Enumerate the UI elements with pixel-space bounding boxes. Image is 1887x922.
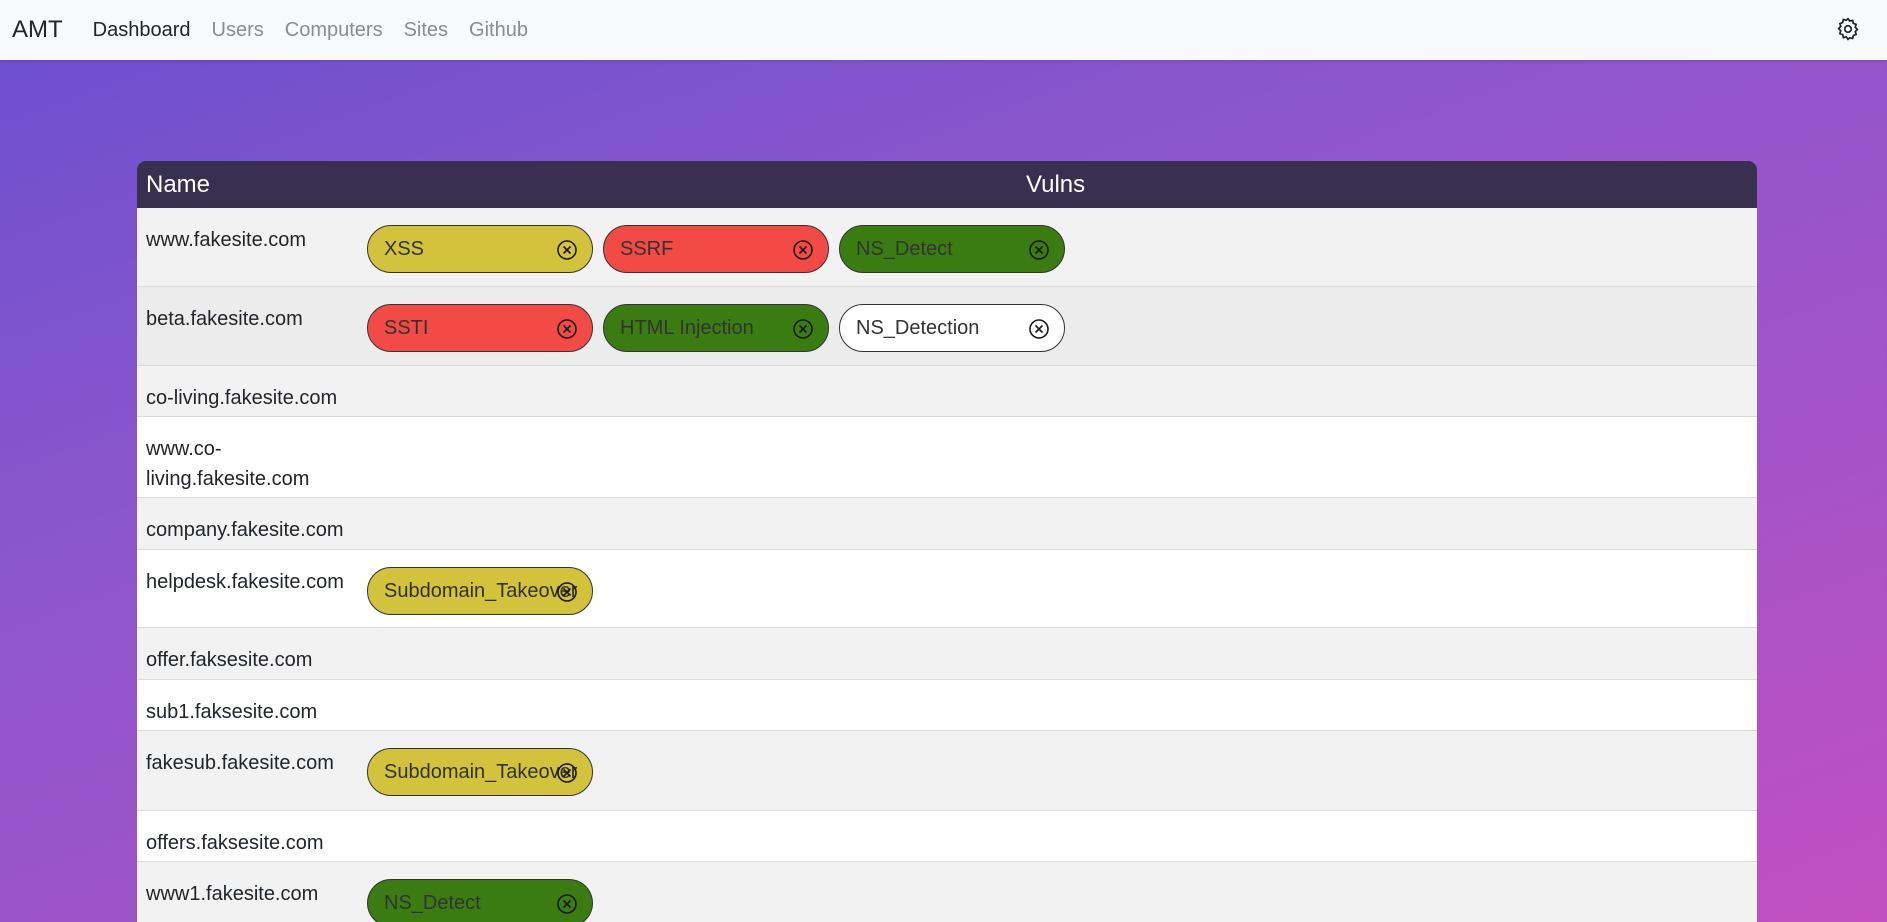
vuln-badge[interactable]: NS_Detect xyxy=(367,879,593,922)
vuln-badge[interactable]: Subdomain_Takeover xyxy=(367,748,593,796)
gear-icon[interactable] xyxy=(1835,16,1861,42)
site-name: offers.faksesite.com xyxy=(146,832,324,854)
vuln-label: Subdomain_Takeover xyxy=(384,761,578,783)
remove-circle-icon[interactable] xyxy=(792,318,814,340)
vuln-label: SSRF xyxy=(620,238,674,260)
table-row: offers.faksesite.com xyxy=(137,811,1757,862)
vuln-badges: SSTI HTML Injection NS_Detection xyxy=(367,304,1065,352)
remove-circle-icon[interactable] xyxy=(1028,318,1050,340)
vuln-label: SSTI xyxy=(384,317,429,339)
site-name: helpdesk.fakesite.com xyxy=(146,571,344,593)
table-row: fakesub.fakesite.com Subdomain_Takeover xyxy=(137,731,1757,811)
site-name: fakesub.fakesite.com xyxy=(146,752,334,774)
vuln-badge[interactable]: XSS xyxy=(367,225,593,273)
table-row: sub1.faksesite.com xyxy=(137,680,1757,731)
site-name: co-living.fakesite.com xyxy=(146,387,338,409)
site-name: company.fakesite.com xyxy=(146,519,344,541)
site-name: offer.faksesite.com xyxy=(146,649,313,671)
brand-logo[interactable]: AMT xyxy=(12,16,63,44)
table-row: offer.faksesite.com xyxy=(137,628,1757,680)
vuln-label: NS_Detect xyxy=(856,238,953,260)
table-header: Name Vulns xyxy=(137,161,1757,208)
site-name: beta.fakesite.com xyxy=(146,308,303,330)
site-name: www1.fakesite.com xyxy=(146,883,319,905)
remove-circle-icon[interactable] xyxy=(556,581,578,603)
remove-circle-icon[interactable] xyxy=(556,893,578,915)
table-row: helpdesk.fakesite.com Subdomain_Takeover xyxy=(137,550,1757,628)
table-row: www.fakesite.com XSS SSRF NS_Detect xyxy=(137,208,1757,287)
site-name: www.co-living.fakesite.com xyxy=(146,438,310,490)
vuln-label: XSS xyxy=(384,238,425,260)
vuln-badges: XSS SSRF NS_Detect xyxy=(367,225,1065,273)
site-name: www.fakesite.com xyxy=(146,229,307,251)
remove-circle-icon[interactable] xyxy=(556,318,578,340)
vuln-badge[interactable]: SSRF xyxy=(603,225,829,273)
vuln-label: NS_Detection xyxy=(856,317,980,339)
table-row: co-living.fakesite.com xyxy=(137,366,1757,417)
nav-computers[interactable]: Computers xyxy=(285,19,383,42)
vuln-badge[interactable]: NS_Detect xyxy=(839,225,1065,273)
vuln-badge[interactable]: HTML Injection xyxy=(603,304,829,352)
vuln-label: NS_Detect xyxy=(384,892,481,914)
remove-circle-icon[interactable] xyxy=(556,239,578,261)
vuln-label: Subdomain_Takeover xyxy=(384,580,578,602)
header-vulns: Vulns xyxy=(1026,171,1086,198)
vuln-badges: NS_Detect xyxy=(367,879,593,922)
nav-users[interactable]: Users xyxy=(212,19,264,42)
table-row: www1.fakesite.com NS_Detect xyxy=(137,862,1757,922)
site-name: sub1.faksesite.com xyxy=(146,701,318,723)
table-body: www.fakesite.com XSS SSRF NS_Detect beta.fak… xyxy=(137,208,1757,922)
vuln-badge[interactable]: Subdomain_Takeover xyxy=(367,567,593,615)
table-row: company.fakesite.com xyxy=(137,498,1757,550)
remove-circle-icon[interactable] xyxy=(556,762,578,784)
table-row: beta.fakesite.com SSTI HTML Injection NS_De… xyxy=(137,287,1757,366)
header-name: Name xyxy=(146,171,211,198)
nav-sites[interactable]: Sites xyxy=(404,19,448,42)
nav-dashboard[interactable]: Dashboard xyxy=(93,19,191,42)
nav-github[interactable]: Github xyxy=(469,19,528,42)
vuln-badges: Subdomain_Takeover xyxy=(367,567,593,615)
navbar: AMT Dashboard Users Computers Sites Gith… xyxy=(0,0,1887,60)
remove-circle-icon[interactable] xyxy=(1028,239,1050,261)
vuln-label: HTML Injection xyxy=(620,317,754,339)
vuln-badge[interactable]: SSTI xyxy=(367,304,593,352)
sites-table: Name Vulns www.fakesite.com XSS SSRF NS_Det… xyxy=(137,161,1757,922)
remove-circle-icon[interactable] xyxy=(792,239,814,261)
vuln-badges: Subdomain_Takeover xyxy=(367,748,593,796)
table-row: www.co-living.fakesite.com xyxy=(137,417,1757,498)
vuln-badge[interactable]: NS_Detection xyxy=(839,304,1065,352)
